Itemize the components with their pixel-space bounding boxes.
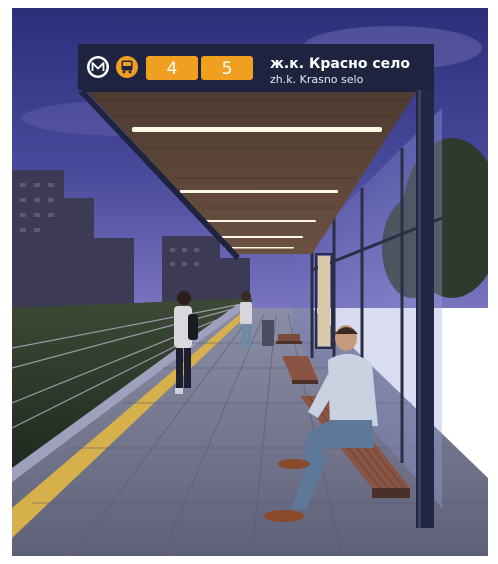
route-number: 5: [222, 59, 233, 79]
bus-stop-render: 4 5 ж.к. Красно село zh.k. Krasno selo: [12, 8, 488, 556]
bus-icon: [116, 56, 138, 78]
ad-panel: [318, 256, 330, 346]
bench-far: [276, 334, 302, 344]
stop-name-latin: zh.k. Krasno selo: [270, 73, 364, 86]
metro-m-icon: [87, 56, 109, 78]
route-badge-4: 4: [146, 56, 198, 80]
stop-name-cyrillic: ж.к. Красно село: [270, 56, 410, 72]
trash-bin: [262, 320, 274, 346]
support-column-highlight: [418, 44, 421, 528]
route-badge-5: 5: [201, 56, 253, 80]
route-number: 4: [167, 59, 178, 79]
